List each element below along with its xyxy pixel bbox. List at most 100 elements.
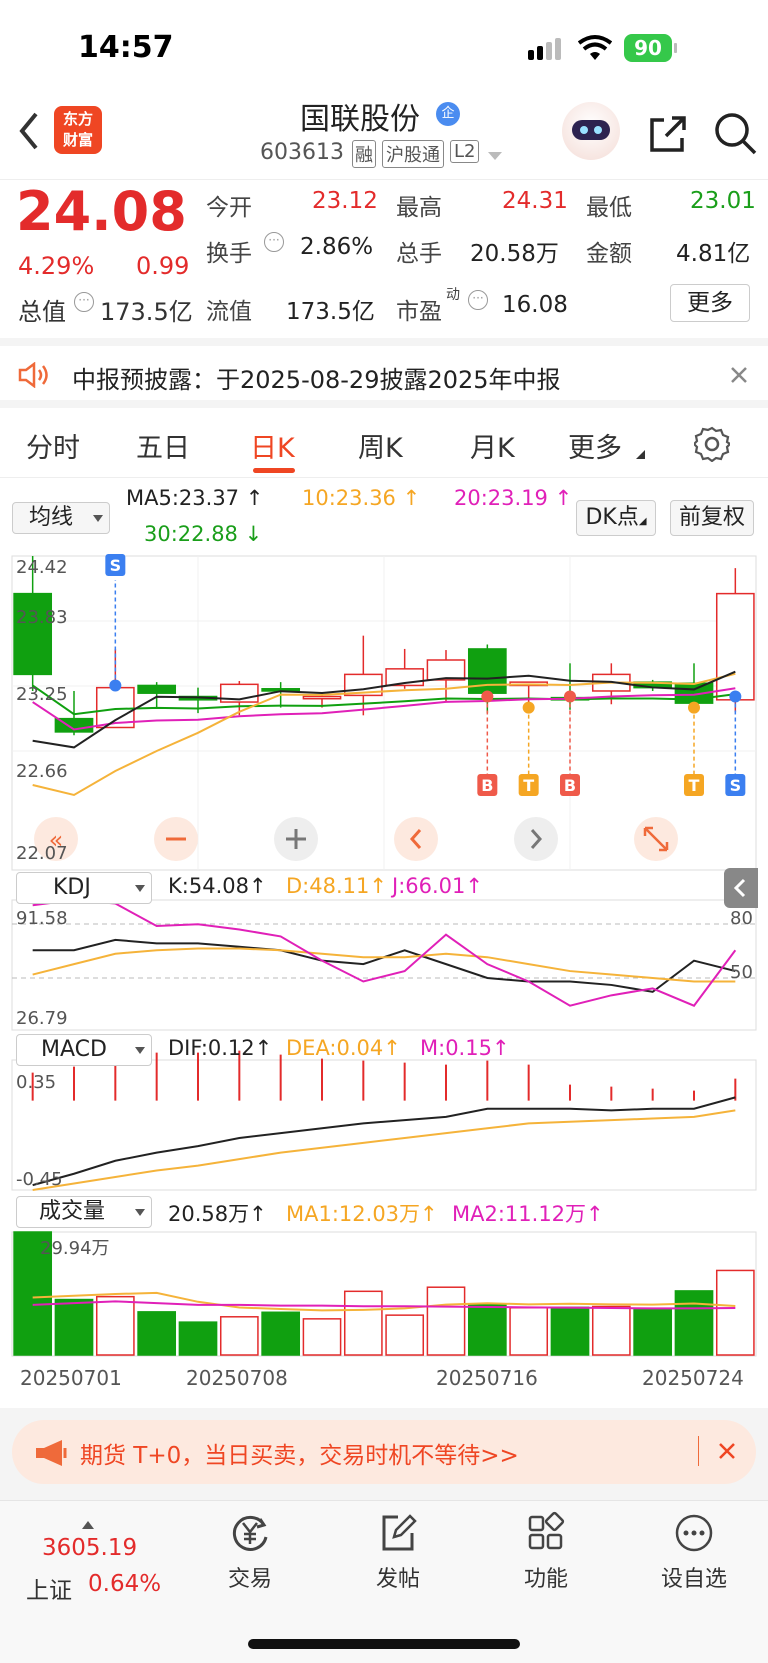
tag-connect: 沪股通 <box>382 140 444 168</box>
candle-body <box>302 695 342 700</box>
candle-body <box>715 592 755 701</box>
nav-trade[interactable]: 交易 <box>200 1511 300 1593</box>
kline-y-bottom: 22.07 <box>16 843 68 864</box>
date-label-2: 20250708 <box>186 1366 288 1390</box>
close-icon[interactable] <box>718 1442 736 1460</box>
index-name[interactable]: 上证 <box>26 1571 72 1605</box>
kdj-k-line <box>32 938 736 993</box>
ad-section: 期货 T+0，当日买卖，交易时机不等待>> <box>0 1408 768 1500</box>
open-label: 今开 <box>206 195 252 221</box>
kdj-selector-label: KDJ <box>53 875 91 900</box>
tab-five-day[interactable]: 五日 <box>136 426 190 465</box>
change-amount: 0.99 <box>136 252 190 280</box>
volume-bar <box>467 1304 507 1356</box>
chevron-left-icon <box>19 112 38 150</box>
volume-bar <box>633 1309 673 1356</box>
stock-header: 东方 财富 国联股份 企 603613 融 沪股通 L2 <box>0 100 768 180</box>
marker-label: T <box>689 776 700 795</box>
nav-functions[interactable]: 功能 <box>496 1511 596 1593</box>
tab-daily-k[interactable]: 日K <box>250 426 295 465</box>
open-value: 23.12 <box>312 188 378 214</box>
indicator-selector-volume[interactable]: 成交量 <box>16 1196 152 1228</box>
enterprise-badge: 企 <box>436 102 460 126</box>
kline-y-top: 24.42 <box>16 557 68 578</box>
kline-chart[interactable]: S B T B T S « <box>0 550 768 1410</box>
nav-post[interactable]: 发帖 <box>348 1511 448 1593</box>
marker-dot <box>729 690 742 703</box>
marker-label: S <box>110 556 122 575</box>
search-icon[interactable] <box>712 110 758 156</box>
notice-bar[interactable]: 中报预披露：于2025-08-29披露2025年中报 <box>0 338 768 408</box>
kdj-d-value: D:48.11↑ <box>286 874 387 898</box>
volume-bar <box>302 1318 342 1356</box>
status-time: 14:57 <box>78 30 174 65</box>
robot-assistant-icon[interactable] <box>562 102 620 160</box>
marker-label: S <box>730 776 742 795</box>
index-change[interactable]: 0.64% <box>88 1571 161 1597</box>
back-button[interactable] <box>14 108 54 158</box>
volume-bar <box>426 1286 466 1356</box>
volume-value: 20.58万↑ <box>168 1202 267 1226</box>
tag-margin: 融 <box>352 140 376 168</box>
candle-body <box>137 684 177 694</box>
tab-more[interactable]: 更多 <box>568 426 622 465</box>
volume-ma1: MA1:12.03万↑ <box>286 1202 438 1226</box>
marker-label: B <box>564 776 576 795</box>
candle-body <box>13 592 53 676</box>
nav-functions-label: 功能 <box>523 1567 568 1592</box>
kdj-j-line <box>32 898 737 1007</box>
battery-icon: 90 <box>624 34 672 62</box>
adjust-button[interactable]: 前复权 <box>670 500 754 536</box>
macd-y-bottom: -0.45 <box>16 1169 63 1190</box>
scroll-right-button[interactable] <box>514 817 558 861</box>
info-dots-icon[interactable]: ··· <box>468 290 488 310</box>
volume-bar <box>674 1290 714 1356</box>
ad-banner[interactable]: 期货 T+0，当日买卖，交易时机不等待>> <box>12 1420 756 1484</box>
logo-line2: 财富 <box>62 131 93 149</box>
volume-bar <box>343 1290 383 1356</box>
share-icon[interactable] <box>646 112 690 156</box>
side-panel-toggle[interactable] <box>724 868 758 908</box>
volume-selector-label: 成交量 <box>39 1199 106 1224</box>
ad-divider <box>698 1436 699 1466</box>
turnover-label: 换手 <box>206 241 252 267</box>
nav-post-label: 发帖 <box>375 1567 420 1592</box>
indicator-selector-ma[interactable]: 均线 <box>12 502 110 534</box>
volume-bar <box>509 1307 549 1356</box>
amount-label: 金额 <box>586 241 632 267</box>
index-value[interactable]: 3605.19 <box>42 1535 137 1561</box>
volume-ma2: MA2:11.12万↑ <box>452 1202 604 1226</box>
battery-tip <box>674 43 677 53</box>
tab-weekly-k[interactable]: 周K <box>358 426 403 465</box>
amount-value: 4.81亿 <box>676 241 751 267</box>
chevron-left-icon <box>733 878 746 898</box>
ma5-value: MA5:23.37 ↑ <box>126 486 264 510</box>
tab-intraday[interactable]: 分时 <box>26 426 80 465</box>
period-tabs: 分时 五日 日K 周K 月K 更多 <box>0 408 768 478</box>
volume-bar <box>137 1311 177 1356</box>
dk-point-button[interactable]: DK点◢ <box>576 500 656 536</box>
marker-label: B <box>481 776 493 795</box>
app-logo[interactable]: 东方 财富 <box>54 106 102 154</box>
ma30-value: 30:22.88 ↓ <box>144 522 263 546</box>
kdj-ref-50: 50 <box>730 962 753 983</box>
total-value-label: 总值 <box>18 298 66 326</box>
info-dots-icon[interactable]: ··· <box>74 292 94 312</box>
pe-value: 16.08 <box>502 292 568 318</box>
kdj-y-bottom: 26.79 <box>16 1008 68 1029</box>
indicator-selector-macd[interactable]: MACD <box>16 1034 152 1066</box>
nav-set-watchlist[interactable]: 设自选 <box>644 1511 744 1593</box>
tab-monthly-k[interactable]: 月K <box>470 426 515 465</box>
more-button[interactable]: 更多 <box>670 284 750 322</box>
indicator-selector-kdj[interactable]: KDJ <box>16 872 152 904</box>
marker-dot <box>481 690 494 703</box>
gear-icon[interactable] <box>694 426 730 462</box>
pe-dynamic-sup: 动 <box>446 287 460 303</box>
current-price: 24.08 <box>16 180 187 243</box>
close-icon[interactable] <box>730 366 748 384</box>
scroll-left-button[interactable] <box>394 817 438 861</box>
info-dots-icon[interactable]: ··· <box>264 232 284 252</box>
caret-down-icon <box>135 1047 145 1054</box>
caret-down-icon[interactable] <box>488 152 502 162</box>
kdj-lines <box>12 898 756 1007</box>
